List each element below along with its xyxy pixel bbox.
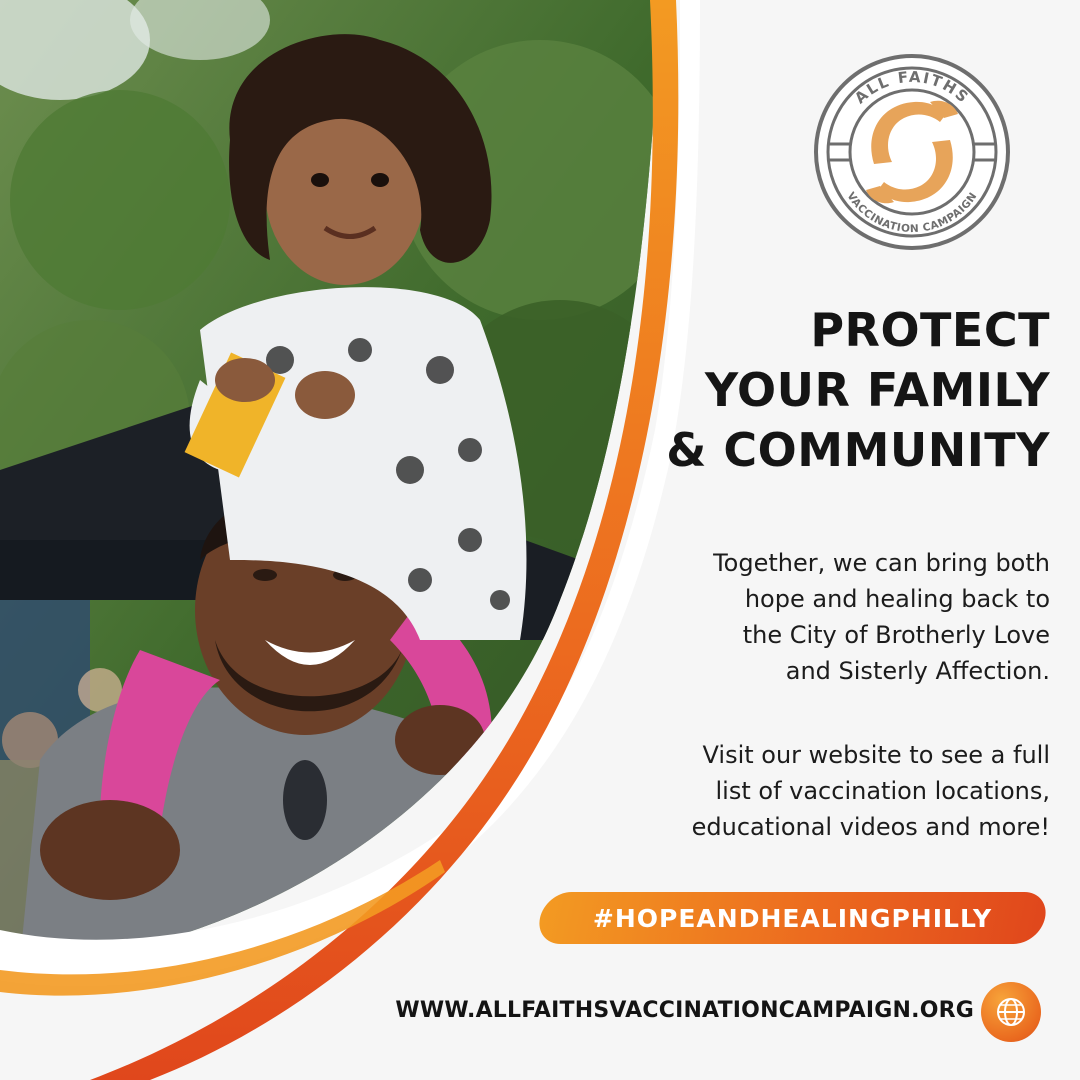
- headline-line-1: PROTECT: [810, 303, 1050, 357]
- headline: PROTECT YOUR FAMILY & COMMUNITY: [590, 300, 1050, 480]
- website-info-paragraph: Visit our website to see a full list of …: [630, 737, 1050, 845]
- headline-line-3: & COMMUNITY: [666, 423, 1050, 477]
- poster: ALL FAITHS VACCINATION CAMPAIGN PROTECT …: [0, 0, 1080, 1080]
- intro-line: hope and healing back to: [744, 585, 1050, 613]
- globe-glyph: [997, 998, 1025, 1026]
- website-url[interactable]: WWW.ALLFAITHSVACCINATIONCAMPAIGN.ORG: [395, 998, 974, 1023]
- hashtag-text: #HOPEANDHEALINGPHILLY: [592, 903, 993, 933]
- intro-paragraph: Together, we can bring both hope and hea…: [630, 545, 1050, 689]
- intro-line: the City of Brotherly Love: [742, 621, 1050, 649]
- intro-line: and Sisterly Affection.: [785, 657, 1050, 685]
- info-line: list of vaccination locations,: [715, 777, 1051, 805]
- campaign-logo: ALL FAITHS VACCINATION CAMPAIGN: [812, 52, 1012, 252]
- hashtag-banner: #HOPEANDHEALINGPHILLY: [534, 892, 1051, 944]
- intro-line: Together, we can bring both: [713, 549, 1050, 577]
- info-line: Visit our website to see a full: [702, 741, 1050, 769]
- hands-circle-icon: ALL FAITHS VACCINATION CAMPAIGN: [814, 54, 1010, 250]
- info-line: educational videos and more!: [691, 813, 1050, 841]
- headline-line-2: YOUR FAMILY: [704, 363, 1050, 417]
- globe-icon[interactable]: [981, 982, 1041, 1042]
